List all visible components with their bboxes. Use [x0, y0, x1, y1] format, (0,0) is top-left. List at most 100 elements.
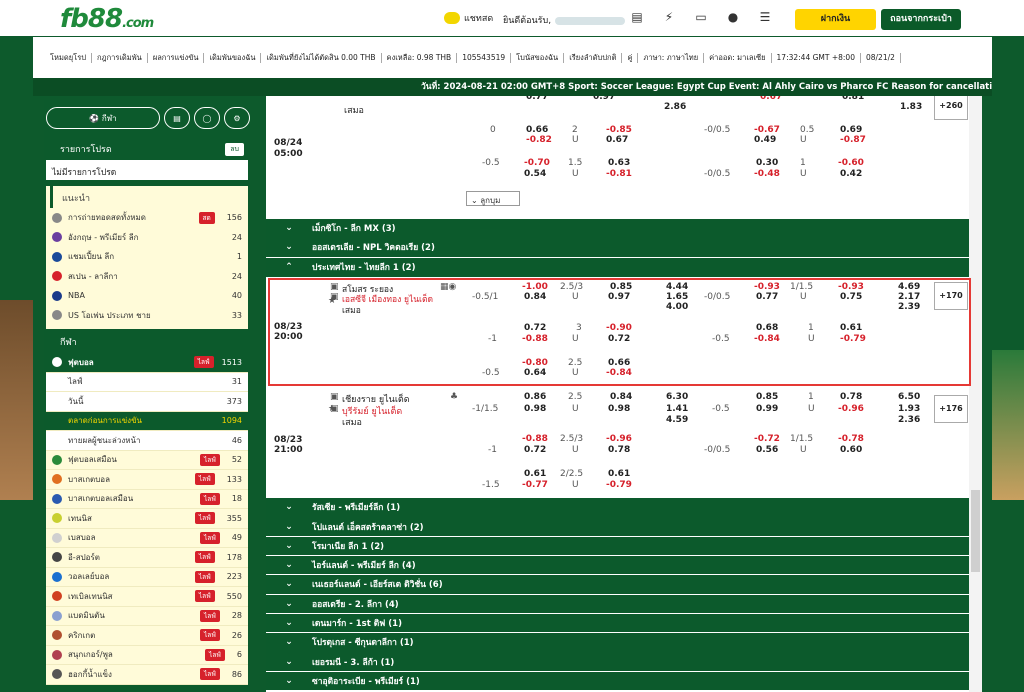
league-header[interactable]: ⌄ ออสเตรีย - 2. ลีกา (4) [266, 594, 969, 614]
menu-item[interactable]: เดิมพันที่ยังไม่ได้ตัดสิน 0.00 THB [261, 52, 382, 63]
odds-value[interactable]: 1.5 [568, 158, 582, 168]
odds-value[interactable]: U [572, 135, 579, 145]
recommended-item[interactable]: แชมเปี้ยน ลีก 1 [46, 247, 248, 267]
sport-item[interactable]: สนุกเกอร์/พูล ไลฟ์ 6 [46, 646, 248, 665]
odds-value[interactable]: 6.50 [898, 392, 920, 402]
odds-value[interactable]: 2/2.5 [560, 469, 583, 479]
sport-football[interactable]: ฟุตบอล ไลฟ์ 1513 [46, 353, 248, 373]
menu-item[interactable]: โบนัสของฉัน [511, 52, 565, 63]
odds-value[interactable]: 1 [800, 158, 806, 168]
sport-item[interactable]: บาสเกตบอล ไลฟ์ 133 [46, 470, 248, 490]
sport-item[interactable]: ฟุตบอลเสมือน ไลฟ์ 52 [46, 451, 248, 470]
logo[interactable]: fb88.com [60, 4, 154, 34]
odds-value[interactable]: U [800, 169, 807, 179]
sub-item[interactable]: ทายผลผู้ชนะล่วงหน้า 46 [46, 431, 248, 451]
recommended-item[interactable]: NBA 40 [46, 286, 248, 306]
menu-item[interactable]: ค่าออด: มาเลเซีย [704, 52, 772, 63]
odds-value[interactable]: 0.61 [524, 469, 546, 479]
league-header[interactable]: ⌃ ประเทศไทย - ไทยลีก 1 (2) [266, 258, 969, 278]
odds-value[interactable]: 0.30 [756, 158, 778, 168]
league-header[interactable]: ⌄ เยอรมนี - 3. ลีก้า (1) [266, 652, 969, 672]
odds-value[interactable]: 0.86 [524, 392, 546, 402]
sport-item[interactable]: ฮอกกี้น้ำแข็ง ไลฟ์ 86 [46, 665, 248, 685]
odds-value[interactable]: -0.96 [838, 404, 864, 414]
settings-icon[interactable]: ☰ [758, 10, 772, 24]
league-header[interactable]: ⌄ เดนมาร์ก - 1st ดิฟ (1) [266, 613, 969, 634]
sub-item[interactable]: ตลาดก่อนการแข่งขัน 1094 [46, 411, 248, 431]
odds-value[interactable]: 0.61 [608, 469, 630, 479]
menu-item[interactable]: โหมดยุโรป [45, 52, 92, 63]
scrollbar[interactable] [969, 96, 982, 692]
balance-icon[interactable]: ▤ [630, 10, 644, 24]
odds-value[interactable]: -0.81 [606, 169, 632, 179]
odds-value[interactable]: 0.67 [606, 135, 628, 145]
sport-item[interactable]: เทนนิส ไลฟ์ 355 [46, 509, 248, 529]
account-icon[interactable]: ◯ [194, 107, 220, 129]
odds-value[interactable]: -0.5 [712, 404, 730, 414]
odds-value[interactable]: 2.5/3 [560, 434, 583, 444]
odds-value[interactable]: 1.41 [666, 404, 688, 414]
menu-item[interactable]: 08/21/2 [861, 52, 901, 63]
odds-value[interactable]: -1.5 [482, 480, 500, 490]
withdraw-button[interactable]: ถอนจากกระเป๋า [881, 9, 961, 30]
bet-icon[interactable]: ▭ [694, 10, 708, 24]
league-header[interactable]: ⌄ รัสเซีย - พรีเมียร์ลีก (1) [266, 498, 969, 518]
odds-value[interactable]: 0.66 [526, 125, 548, 135]
odds-value[interactable]: 2.86 [664, 102, 686, 112]
odds-value[interactable]: U [808, 404, 815, 414]
odds-value[interactable]: 0.77 [526, 96, 548, 102]
odds-value[interactable]: 2.36 [898, 415, 920, 425]
odds-value[interactable]: 0.98 [524, 404, 546, 414]
betslip-icon[interactable]: ▤ [164, 107, 190, 129]
odds-value[interactable]: 1 [808, 392, 814, 402]
odds-value[interactable]: 0 [490, 125, 496, 135]
recommended-item[interactable]: US โอเพ่น ประเภท ชาย 33 [46, 306, 248, 326]
odds-value[interactable]: 0.99 [756, 404, 778, 414]
odds-value[interactable]: 0.54 [524, 169, 546, 179]
odds-value[interactable]: 0.98 [608, 404, 630, 414]
menu-item[interactable]: 105543519 [457, 52, 512, 63]
sub-item[interactable]: ไลฟ์ 31 [46, 372, 248, 392]
menu-item[interactable]: คู่ [622, 52, 639, 63]
odds-value[interactable]: -1 [488, 445, 497, 455]
odds-value[interactable]: -0.88 [522, 434, 548, 444]
menu-item[interactable]: คงเหลือ: 0.98 THB [382, 52, 458, 63]
sport-item[interactable]: คริกเกต ไลฟ์ 26 [46, 626, 248, 646]
menu-item[interactable]: ภาษา: ภาษาไทย [638, 52, 705, 63]
odds-value[interactable]: -0.85 [606, 125, 632, 135]
sport-item[interactable]: วอลเลย์บอล ไลฟ์ 223 [46, 568, 248, 587]
odds-value[interactable]: 0.49 [754, 135, 776, 145]
menu-item[interactable]: เดิมพันของฉัน [204, 52, 262, 63]
odds-value[interactable]: 1.83 [900, 102, 922, 112]
odds-value[interactable]: -0.67 [754, 125, 780, 135]
odds-value[interactable]: 0.5 [800, 125, 814, 135]
menu-item[interactable]: ผลการแข่งขัน [148, 52, 205, 63]
odds-value[interactable]: -0.70 [524, 158, 550, 168]
sport-item[interactable]: แบดมินตัน ไลฟ์ 28 [46, 607, 248, 626]
recommended-item[interactable]: การถ่ายทอดสดทั้งหมด สด 156 [46, 208, 248, 228]
odds-value[interactable]: 0.67 [760, 96, 782, 102]
menu-item[interactable]: 17:32:44 GMT +8:00 [772, 52, 861, 63]
odds-value[interactable]: 0.42 [840, 169, 862, 179]
odds-value[interactable]: U [800, 445, 807, 455]
odds-value[interactable]: -1/1.5 [472, 404, 498, 414]
odds-value[interactable]: 0.85 [756, 392, 778, 402]
odds-value[interactable]: 1/1.5 [790, 434, 813, 444]
odds-value[interactable]: 1.93 [898, 404, 920, 414]
odds-value[interactable]: -0.79 [606, 480, 632, 490]
recommended-item[interactable]: อังกฤษ - พรีเมียร์ ลีก 24 [46, 228, 248, 248]
odds-value[interactable]: 0.60 [840, 445, 862, 455]
odds-value[interactable]: U [572, 169, 579, 179]
odds-value[interactable]: 2.5 [568, 392, 582, 402]
league-header[interactable]: ⌄ ซาอุดิอาระเบีย - พรีเมียร์ (1) [266, 671, 969, 692]
tab-sports[interactable]: ⚽ กีฬา [46, 107, 160, 129]
odds-value[interactable]: U [800, 135, 807, 145]
odds-value[interactable]: -0.60 [838, 158, 864, 168]
odds-value[interactable]: 2 [572, 125, 578, 135]
flash-icon[interactable]: ⚡ [662, 10, 676, 24]
odds-value[interactable]: 6.30 [666, 392, 688, 402]
sport-item[interactable]: เทเบิลเทนนิส ไลฟ์ 550 [46, 587, 248, 607]
recommended-item[interactable]: สเปน - ลาลีกา 24 [46, 267, 248, 287]
odds-value[interactable]: -0/0.5 [704, 445, 730, 455]
league-header[interactable]: ⌄ ออสเตรเลีย - NPL วิคตอเรีย (2) [266, 238, 969, 258]
